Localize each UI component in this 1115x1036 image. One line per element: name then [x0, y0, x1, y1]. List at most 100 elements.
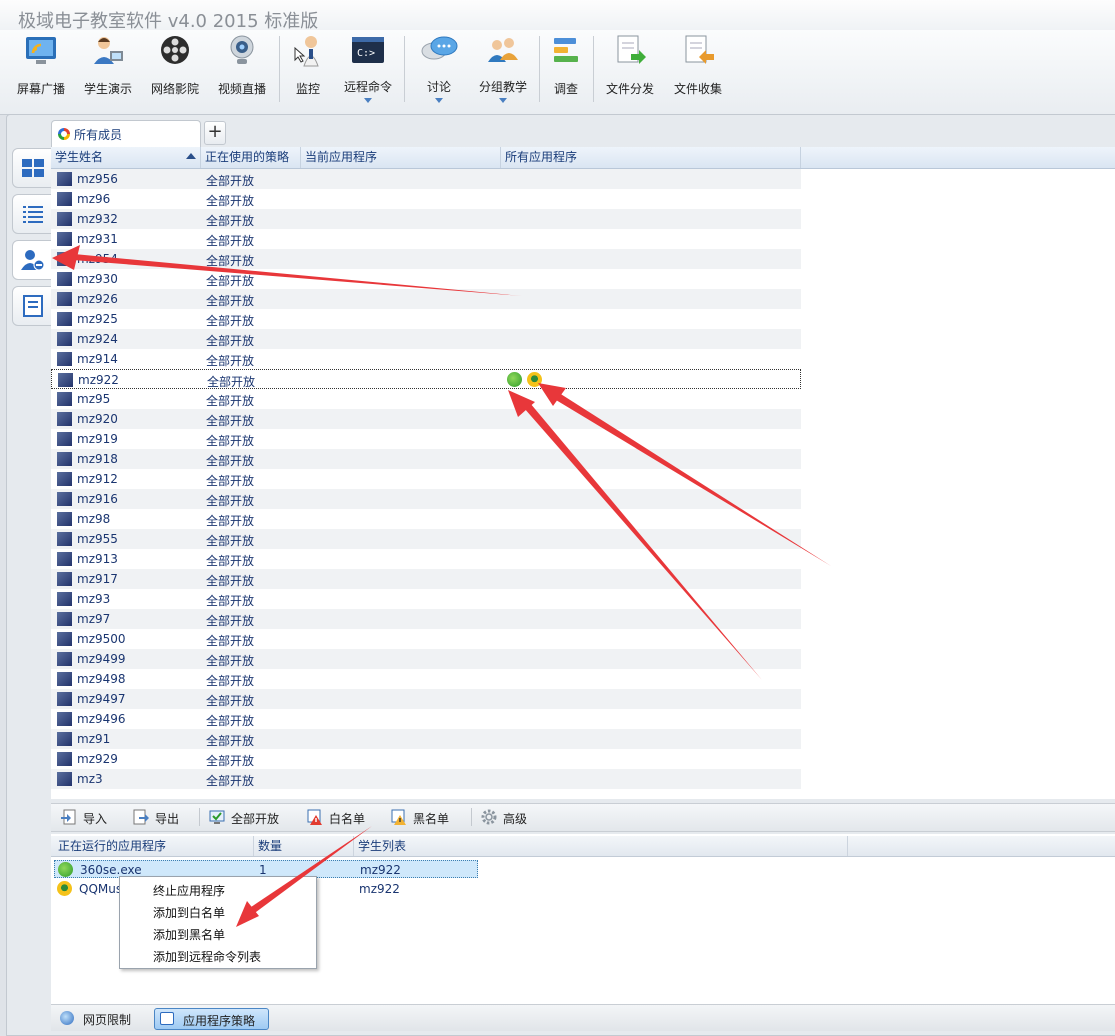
table-row[interactable]: mz956 全部开放 [51, 169, 801, 189]
table-row[interactable]: mz93 全部开放 [51, 589, 801, 609]
student-computer-icon [57, 552, 72, 566]
column-running-app[interactable]: 正在运行的应用程序 [54, 836, 254, 856]
table-row[interactable]: mz914 全部开放 [51, 349, 801, 369]
survey-button[interactable]: 调查 [545, 30, 587, 110]
table-row[interactable]: mz9500 全部开放 [51, 629, 801, 649]
student-name: mz924 [77, 332, 118, 346]
student-name: mz96 [77, 192, 111, 206]
toolbar-separator [539, 36, 540, 102]
table-row[interactable]: mz9498 全部开放 [51, 669, 801, 689]
student-computer-icon [57, 172, 72, 186]
table-row[interactable]: mz931 全部开放 [51, 229, 801, 249]
table-row[interactable]: mz932 全部开放 [51, 209, 801, 229]
user-minus-icon [21, 250, 45, 271]
table-row[interactable]: mz912 全部开放 [51, 469, 801, 489]
table-row[interactable]: mz91 全部开放 [51, 729, 801, 749]
policy-value: 全部开放 [206, 354, 255, 368]
chevron-down-icon[interactable] [364, 98, 372, 103]
policy-value: 全部开放 [206, 294, 255, 308]
group-teaching-button[interactable]: 分组教学 [474, 30, 532, 110]
main-toolbar: 屏幕广播 学生演示 网络影院 视频直播 监控 C:> 远程命令 讨论 分组教学 … [0, 30, 1115, 115]
chevron-down-icon[interactable] [499, 98, 507, 103]
tab-all-members[interactable]: 所有成员 [51, 120, 201, 147]
app-policy-label: 应用程序策略 [183, 1014, 256, 1028]
policy-value: 全部开放 [206, 774, 255, 788]
table-row[interactable]: mz919 全部开放 [51, 429, 801, 449]
table-row[interactable]: mz916 全部开放 [51, 489, 801, 509]
side-document-button[interactable] [12, 286, 54, 326]
table-row[interactable]: mz913 全部开放 [51, 549, 801, 569]
table-row[interactable]: mz925 全部开放 [51, 309, 801, 329]
table-row[interactable]: mz930 全部开放 [51, 269, 801, 289]
whitelist-warning-icon [307, 809, 322, 825]
video-live-button[interactable]: 视频直播 [212, 30, 272, 110]
app-policy-tab[interactable]: 应用程序策略 [154, 1008, 269, 1030]
side-thumbnail-view-button[interactable] [12, 148, 54, 188]
column-count[interactable]: 数量 [254, 836, 354, 856]
policy-value: 全部开放 [206, 674, 255, 688]
student-computer-icon [57, 312, 72, 326]
menu-item-add-remote-command[interactable]: 添加到远程命令列表 [153, 948, 261, 965]
policy-value: 全部开放 [206, 514, 255, 528]
menu-item-terminate-app[interactable]: 终止应用程序 [153, 882, 225, 899]
advanced-button[interactable]: 高级 [481, 809, 541, 827]
student-computer-icon [57, 632, 72, 646]
screen-broadcast-button[interactable]: 屏幕广播 [12, 30, 70, 110]
table-row[interactable]: mz920 全部开放 [51, 409, 801, 429]
monitor-button[interactable]: 监控 [286, 30, 330, 110]
column-all-apps[interactable]: 所有应用程序 [501, 147, 801, 168]
column-label: 学生姓名 [55, 150, 104, 164]
remote-command-button[interactable]: C:> 远程命令 [338, 30, 398, 110]
student-computer-icon [57, 592, 72, 606]
table-row[interactable]: mz3 全部开放 [51, 769, 801, 789]
column-current-app[interactable]: 当前应用程序 [301, 147, 501, 168]
table-row[interactable]: mz9499 全部开放 [51, 649, 801, 669]
side-user-policy-button[interactable] [12, 240, 56, 280]
student-name: mz954 [77, 252, 118, 266]
policy-value: 全部开放 [206, 434, 255, 448]
network-video-button[interactable]: 网络影院 [146, 30, 204, 110]
table-row[interactable]: mz95 全部开放 [51, 389, 801, 409]
all-open-button[interactable]: 全部开放 [209, 809, 289, 827]
table-row[interactable]: mz954 全部开放 [51, 249, 801, 269]
table-row[interactable]: mz926 全部开放 [51, 289, 801, 309]
whitelist-button[interactable]: 白名单 [307, 809, 377, 827]
export-button[interactable]: 导出 [133, 809, 193, 827]
table-row[interactable]: mz918 全部开放 [51, 449, 801, 469]
policy-toolbar: 导入 导出 全部开放 白名单 黑名单 高级 [51, 803, 1115, 832]
table-row[interactable]: mz917 全部开放 [51, 569, 801, 589]
student-demo-button[interactable]: 学生演示 [78, 30, 138, 110]
discussion-button[interactable]: 讨论 [410, 30, 468, 110]
column-student-list[interactable]: 学生列表 [354, 836, 848, 856]
policy-value: 全部开放 [206, 174, 255, 188]
table-row[interactable]: mz922 全部开放 [51, 369, 801, 389]
table-row[interactable]: mz96 全部开放 [51, 189, 801, 209]
web-limit-label: 网页限制 [83, 1013, 132, 1027]
file-collect-button[interactable]: 文件收集 [668, 30, 728, 110]
table-row[interactable]: mz929 全部开放 [51, 749, 801, 769]
monitor-broadcast-icon [26, 37, 56, 64]
student-computer-icon [57, 692, 72, 706]
table-row[interactable]: mz98 全部开放 [51, 509, 801, 529]
column-student-name[interactable]: 学生姓名 [51, 147, 201, 168]
file-distribute-button[interactable]: 文件分发 [600, 30, 660, 110]
web-limit-tab[interactable]: 网页限制 [55, 1008, 145, 1028]
student-name: mz9497 [77, 692, 126, 706]
table-row[interactable]: mz924 全部开放 [51, 329, 801, 349]
side-list-view-button[interactable] [12, 194, 54, 234]
import-button[interactable]: 导入 [61, 809, 121, 827]
add-tab-button[interactable]: + [204, 121, 226, 145]
policy-value: 全部开放 [206, 494, 255, 508]
window-icon [160, 1012, 174, 1025]
table-row[interactable]: mz97 全部开放 [51, 609, 801, 629]
menu-item-add-blacklist[interactable]: 添加到黑名单 [153, 926, 225, 943]
blacklist-button[interactable]: 黑名单 [391, 809, 461, 827]
chevron-down-icon[interactable] [435, 98, 443, 103]
table-row[interactable]: mz955 全部开放 [51, 529, 801, 549]
table-row[interactable]: mz9496 全部开放 [51, 709, 801, 729]
table-row[interactable]: mz9497 全部开放 [51, 689, 801, 709]
tab-strip: 所有成员 + [51, 120, 1115, 147]
policy-value: 全部开放 [206, 634, 255, 648]
menu-item-add-whitelist[interactable]: 添加到白名单 [153, 904, 225, 921]
column-policy[interactable]: 正在使用的策略 [201, 147, 301, 168]
